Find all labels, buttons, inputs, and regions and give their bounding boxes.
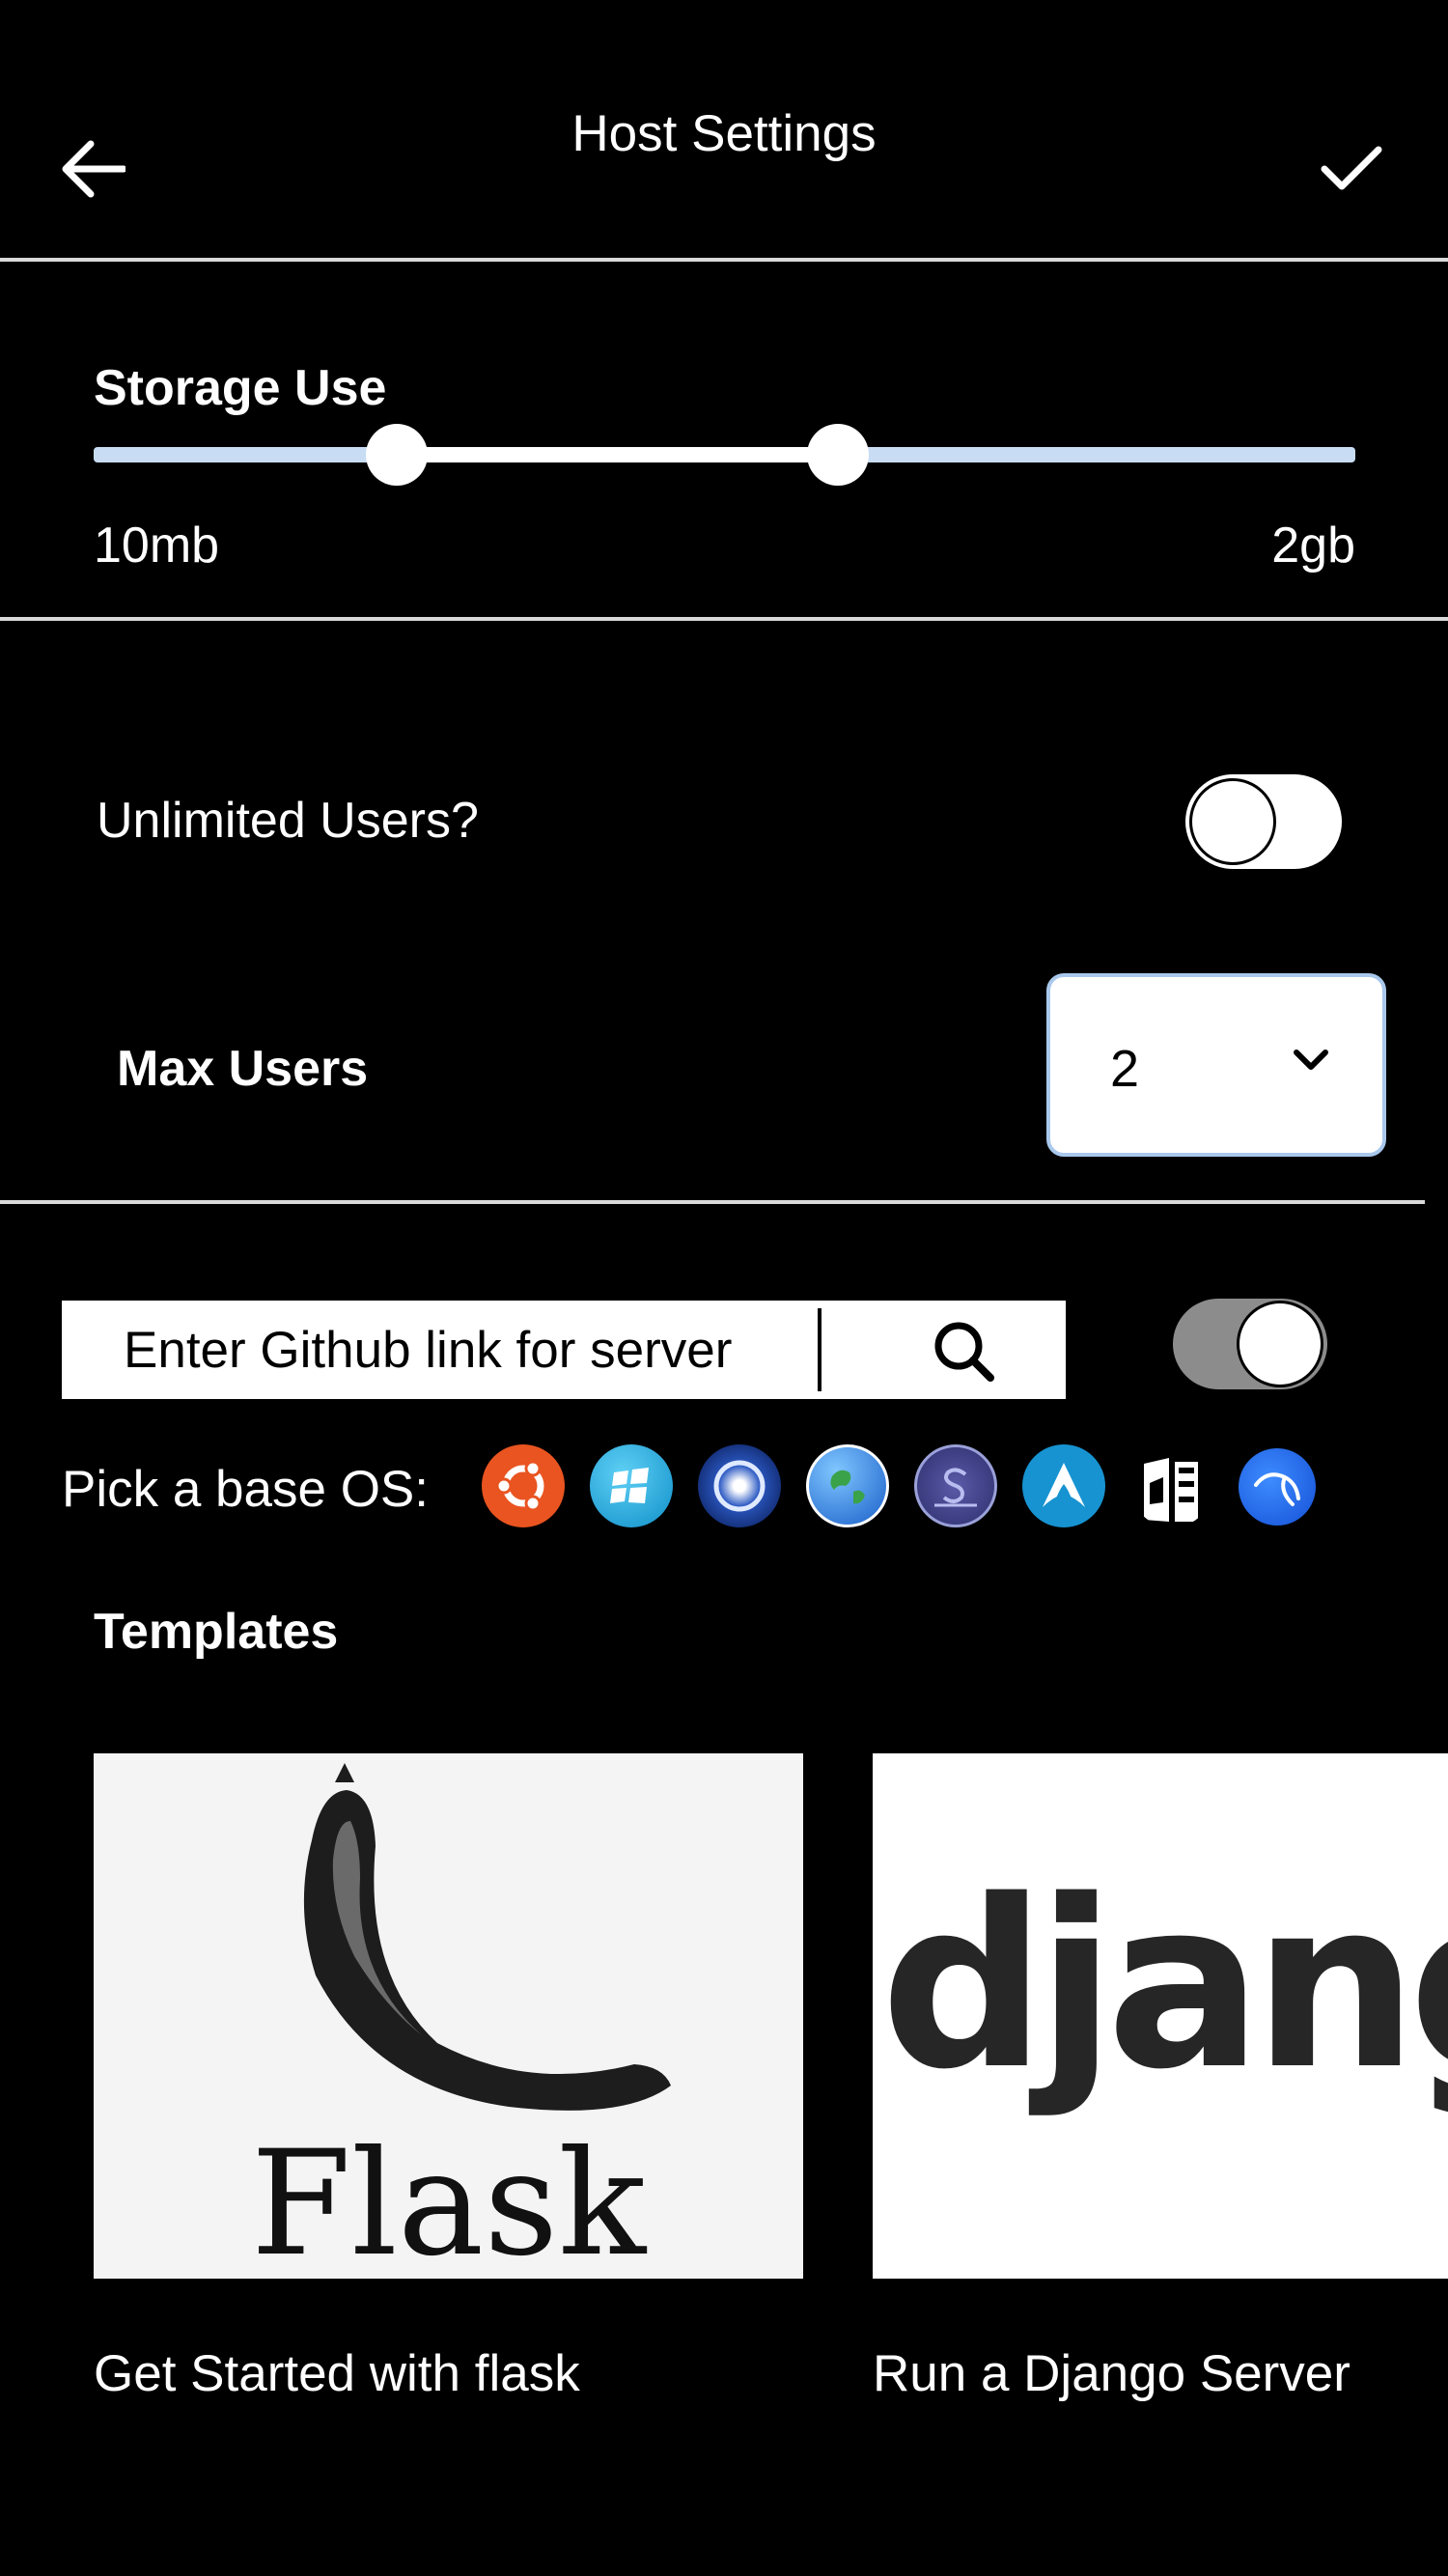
header-divider [0,258,1448,262]
storage-range-slider[interactable] [94,424,1355,486]
search-icon [934,1322,994,1382]
chevron-down-icon [1294,1050,1328,1070]
max-users-value: 2 [1110,1040,1140,1098]
django-logo-text: djang [880,1850,1448,2120]
users-divider [0,1200,1425,1204]
template-card-flask[interactable]: Flask [94,1753,803,2279]
max-users-label: Max Users [117,1041,369,1097]
windows-icon[interactable] [590,1444,673,1527]
templates-heading: Templates [94,1604,339,1660]
solus-icon[interactable] [914,1444,997,1527]
max-users-select[interactable]: 2 [1046,973,1386,1157]
storage-min-label: 10mb [94,518,220,574]
base-os-label: Pick a base OS: [62,1461,430,1518]
storage-max-label: 2gb [1271,518,1355,574]
toggle-knob [1189,778,1276,865]
kali-icon[interactable] [1239,1448,1316,1526]
slider-thumb-max[interactable] [807,424,870,486]
toggle-knob [1237,1301,1323,1387]
unlimited-users-label: Unlimited Users? [97,793,479,849]
storage-use-label: Storage Use [94,360,387,416]
unlimited-users-toggle[interactable] [1185,774,1342,869]
ubuntu-icon[interactable] [482,1444,565,1527]
slider-selected-range [396,447,839,462]
input-separator [818,1308,821,1391]
opensuse-icon[interactable] [698,1444,781,1527]
github-link-input[interactable] [62,1301,820,1399]
page-title: Host Settings [571,105,877,162]
globe-icon[interactable] [806,1444,889,1527]
storage-divider [0,617,1448,621]
elementary-icon[interactable] [1130,1444,1213,1527]
checkmark-icon [1321,146,1382,190]
confirm-button[interactable] [1313,133,1390,203]
arch-icon[interactable] [1022,1444,1105,1527]
slider-thumb-min[interactable] [365,424,428,486]
github-toggle[interactable] [1173,1299,1327,1389]
github-search-button[interactable] [931,1318,998,1386]
template-card-django[interactable]: djang [873,1753,1448,2279]
template-caption-django: Run a Django Server [873,2345,1351,2402]
flask-logo-text: Flask [250,2120,647,2279]
template-caption-flask: Get Started with flask [94,2345,580,2402]
github-link-box [62,1301,1066,1399]
